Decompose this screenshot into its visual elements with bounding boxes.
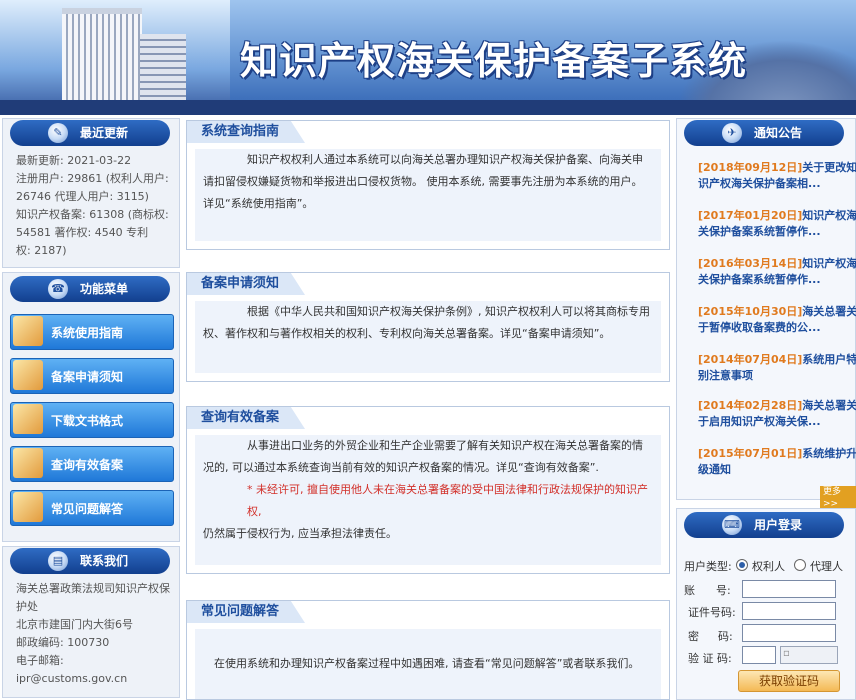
- account-input[interactable]: [742, 580, 836, 598]
- notice-item[interactable]: [2014年07月04日]系统用户特别注意事项: [698, 352, 856, 388]
- section-system-guide: 系统查询指南 知识产权权利人通过本系统可以向海关总署办理知识产权海关保护备案、向…: [186, 120, 670, 250]
- phone-icon: ☎: [48, 279, 68, 299]
- notice-item[interactable]: [2015年10月30日]海关总署关于暂停收取备案费的公...: [698, 304, 856, 352]
- get-captcha-button[interactable]: 获取验证码: [738, 670, 840, 692]
- notice-item[interactable]: [2014年02月28日]海关总署关于启用知识产权海关保...: [698, 398, 856, 446]
- latest-update-stats: 最新更新: 2021-03-22 注册用户: 29861 (权利人用户: 267…: [16, 154, 169, 257]
- site-title: 知识产权海关保护备案子系统: [240, 39, 748, 83]
- warning-text: * 未经许可, 擅自使用他人未在海关总署备案的受中国法律和行政法规保护的知识产权…: [247, 483, 648, 518]
- section-query-records: 查询有效备案 从事进出口业务的外贸企业和生产企业需要了解有关知识产权在海关总署备…: [186, 406, 670, 574]
- notice-item[interactable]: [2017年01月20日]知识产权海关保护备案系统暂停作...: [698, 208, 856, 256]
- captcha-image[interactable]: ▫: [780, 646, 838, 664]
- document-icon: [13, 360, 43, 390]
- section-title: 系统查询指南: [187, 121, 306, 143]
- menu-system-guide-button[interactable]: 系统使用指南: [10, 314, 174, 350]
- latest-update-heading: 最近更新: [80, 126, 129, 140]
- notice-item[interactable]: [2015年07月01日]系统维护升级通知: [698, 446, 856, 482]
- notice-item[interactable]: [2016年03月14日]知识产权海关保护备案系统暂停作...: [698, 256, 856, 304]
- books-icon: [13, 404, 43, 434]
- notice-heading: 通知公告: [754, 126, 803, 140]
- section-faq: 常见问题解答 在使用系统和办理知识产权备案过程中如遇困难, 请查看“常见问题解答…: [186, 600, 670, 700]
- menu-download-forms-button[interactable]: 下载文书格式: [10, 402, 174, 438]
- user-type-agent-radio[interactable]: [794, 559, 806, 571]
- contact-heading: 联系我们: [80, 554, 129, 568]
- notebook-icon: [13, 448, 43, 478]
- captcha-input[interactable]: [742, 646, 776, 664]
- contact-info: 海关总署政策法规司知识产权保 护处 北京市建国门内大街6号 邮政编码: 1007…: [16, 580, 174, 688]
- section-title: 常见问题解答: [187, 601, 306, 623]
- megaphone-icon: ✈: [722, 123, 742, 143]
- menu-query-records-button[interactable]: 查询有效备案: [10, 446, 174, 482]
- header-banner: 知识产权海关保护备案子系统: [0, 0, 856, 115]
- contact-email[interactable]: ipr@customs.gov.cn: [16, 670, 174, 688]
- notice-more-link[interactable]: 更多>>: [820, 486, 856, 510]
- user-type-owner-radio[interactable]: [736, 559, 748, 571]
- cert-number-input[interactable]: [742, 602, 836, 620]
- pen-icon: [13, 492, 43, 522]
- section-apply-notice: 备案申请须知 根据《中华人民共和国知识产权海关保护条例》, 知识产权权利人可以将…: [186, 272, 670, 382]
- password-input[interactable]: [742, 624, 836, 642]
- function-menu-heading: 功能菜单: [80, 282, 129, 296]
- login-heading: 用户登录: [754, 518, 803, 532]
- keyboard-icon: ⌨: [722, 515, 742, 535]
- printer-icon: ▤: [48, 551, 68, 571]
- section-title: 备案申请须知: [187, 273, 306, 295]
- notice-item[interactable]: [2018年09月12日]关于更改知识产权海关保护备案相...: [698, 160, 856, 208]
- broken-image-icon: ▫: [783, 648, 790, 659]
- tools-icon: ✎: [48, 123, 68, 143]
- menu-faq-button[interactable]: 常见问题解答: [10, 490, 174, 526]
- menu-apply-notice-button[interactable]: 备案申请须知: [10, 358, 174, 394]
- building-image: [62, 8, 142, 110]
- section-title: 查询有效备案: [187, 407, 306, 429]
- folder-icon: [13, 316, 43, 346]
